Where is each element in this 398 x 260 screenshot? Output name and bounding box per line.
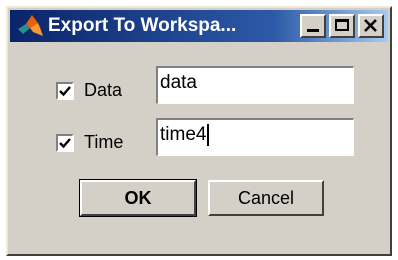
data-checkbox-row[interactable]: Data xyxy=(56,80,122,101)
time-checkbox-label: Time xyxy=(84,132,124,152)
export-dialog: Export To Workspa... Data time4 data xyxy=(6,6,392,256)
cancel-button[interactable]: Cancel xyxy=(208,180,324,216)
data-checkbox[interactable] xyxy=(56,81,74,100)
close-button[interactable] xyxy=(358,14,384,38)
data-name-field[interactable]: time4 data xyxy=(156,66,354,104)
maximize-icon xyxy=(335,19,349,31)
ok-button[interactable]: OK xyxy=(79,179,197,217)
minimize-button[interactable] xyxy=(300,14,326,38)
time-name-field[interactable]: time4 xyxy=(156,118,354,156)
close-icon xyxy=(360,16,382,36)
matlab-logo-icon xyxy=(16,12,44,40)
data-field-text: data xyxy=(160,72,197,93)
data-checkbox-label: Data xyxy=(84,80,123,100)
window-title: Export To Workspa... xyxy=(48,15,237,36)
minimize-icon xyxy=(307,29,319,32)
time-field-text: time4 xyxy=(160,124,207,146)
time-checkbox[interactable] xyxy=(56,133,74,152)
checkmark-icon xyxy=(59,137,71,148)
maximize-button[interactable] xyxy=(329,14,355,38)
checkmark-icon xyxy=(59,85,71,96)
time-checkbox-row[interactable]: Time xyxy=(56,132,123,153)
text-caret xyxy=(207,124,210,146)
title-bar[interactable]: Export To Workspa... xyxy=(10,10,388,42)
